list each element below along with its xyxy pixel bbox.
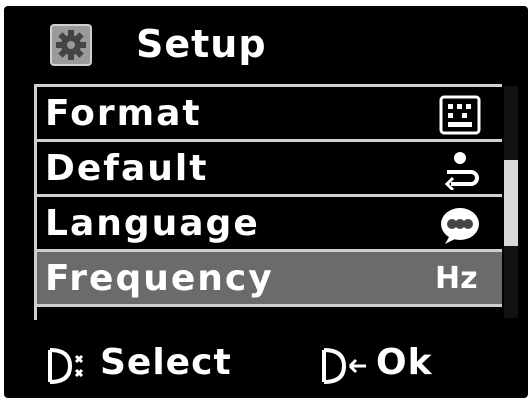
menu-item-language[interactable]: Language xyxy=(37,197,502,252)
menu-scrollbar[interactable] xyxy=(504,86,518,318)
abc-language-icon xyxy=(439,205,481,245)
page-title: Setup xyxy=(136,22,267,66)
menu-item-frequency[interactable]: Frequency Hz xyxy=(37,252,502,307)
menu-item-label: Format xyxy=(45,93,202,134)
reset-default-icon xyxy=(439,150,481,192)
menu-item-default[interactable]: Default xyxy=(37,142,502,197)
menu-item-label: Default xyxy=(45,148,209,189)
button-hint-bar: Select Ok xyxy=(4,334,528,394)
select-label: Select xyxy=(100,342,232,383)
scrollbar-thumb[interactable] xyxy=(504,160,518,246)
hz-icon: Hz xyxy=(435,261,478,296)
menu-item-label: Frequency xyxy=(45,258,274,299)
select-dial-icon xyxy=(46,348,86,388)
setup-menu-list: Format Default Language Frequency Hz xyxy=(34,84,502,320)
format-grid-icon xyxy=(439,95,481,135)
menu-item-label: Language xyxy=(45,203,260,244)
ok-label: Ok xyxy=(376,342,433,383)
ok-button-icon xyxy=(320,348,370,388)
gear-icon xyxy=(50,24,92,66)
menu-header: Setup xyxy=(4,6,528,84)
camera-menu-screen: Setup Format Default Language Frequency … xyxy=(4,6,528,398)
menu-item-format[interactable]: Format xyxy=(37,87,502,142)
